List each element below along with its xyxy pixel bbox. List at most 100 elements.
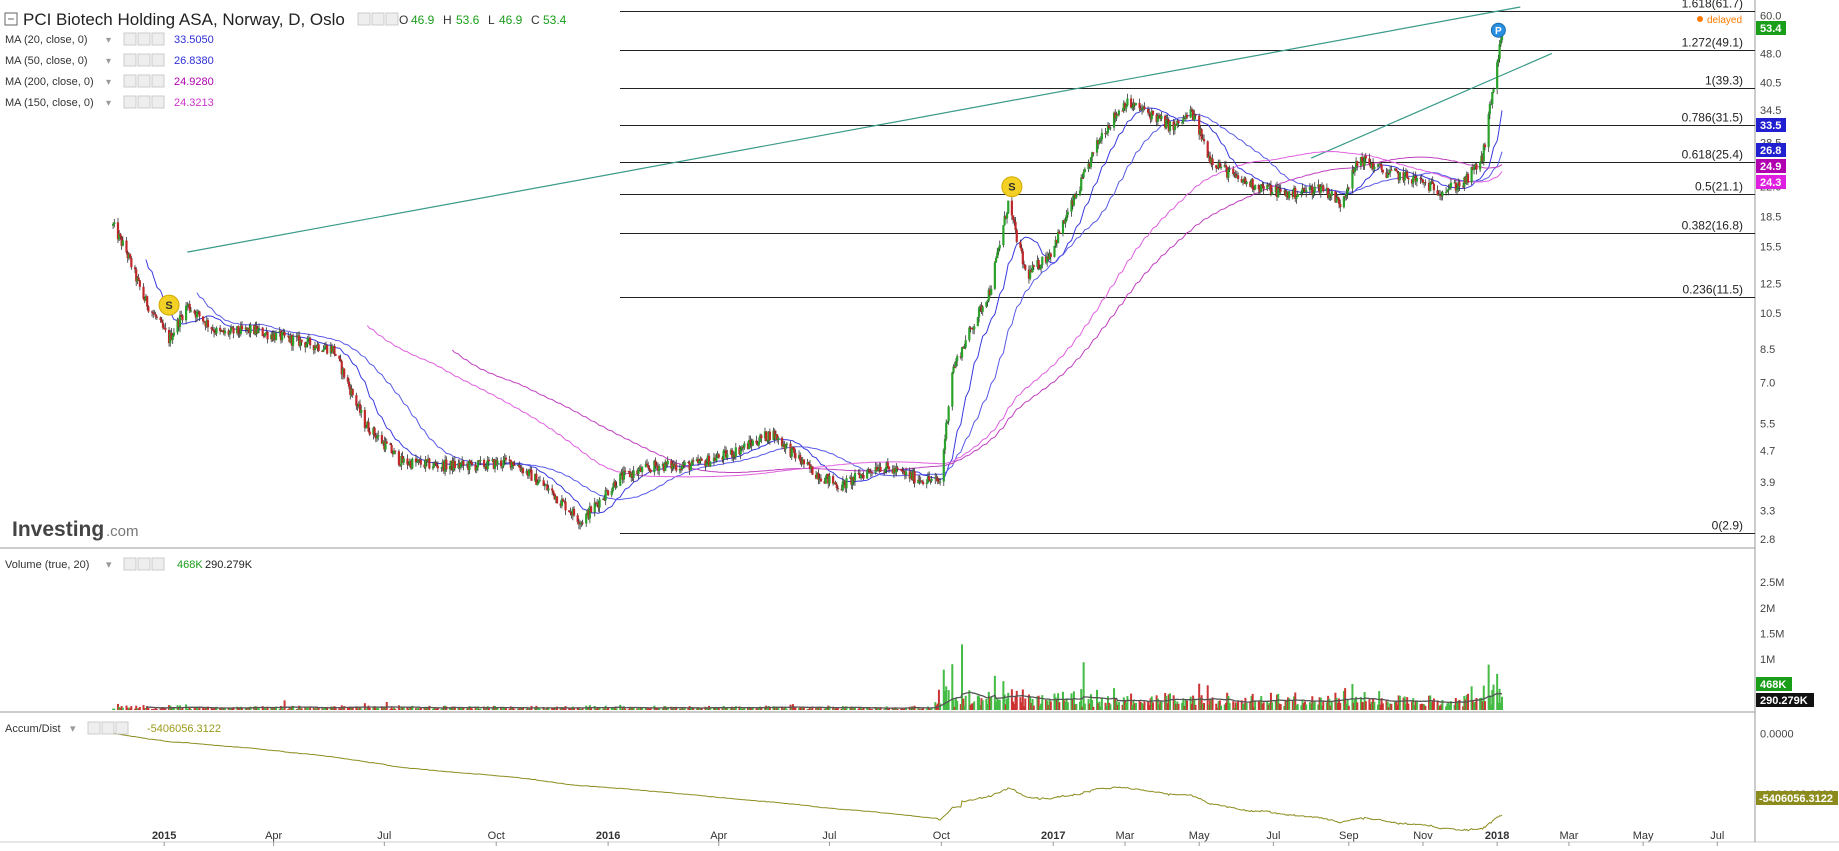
indicator-menu-chevron-icon: ▾: [106, 98, 111, 109]
candle-body: [1257, 184, 1260, 190]
candle-body: [593, 502, 596, 513]
candle-body: [1053, 245, 1056, 257]
candle-body: [323, 347, 326, 350]
candle-body: [1319, 186, 1322, 193]
candle-body: [925, 482, 928, 485]
candle-body: [868, 469, 871, 472]
indicator-value: 26.8380: [174, 55, 214, 67]
candle-body: [206, 320, 210, 328]
candle-body: [993, 262, 996, 289]
candle-body: [475, 467, 478, 471]
ad-tick-label: 0.0000: [1760, 729, 1794, 741]
candle-body: [1302, 188, 1305, 190]
time-tick-label: Nov: [1413, 830, 1433, 842]
candle-body: [198, 311, 201, 317]
candle-body: [419, 460, 422, 465]
volume-tool-icons[interactable]: [123, 557, 165, 571]
candle-body: [1345, 193, 1348, 197]
volume-bar: [1245, 703, 1248, 710]
candle-body: [1364, 155, 1367, 159]
time-tick-label: Jul: [377, 830, 391, 842]
candle-body: [538, 480, 542, 482]
price-tick-label: 4.7: [1760, 445, 1775, 457]
time-tick-label: Mar: [1116, 830, 1135, 842]
candle-body: [757, 441, 761, 446]
candle-body: [147, 306, 150, 312]
volume-bar: [1151, 702, 1154, 710]
candle-body: [181, 315, 184, 321]
candle-body: [434, 462, 437, 464]
volume-menu-chevron-icon[interactable]: ▾: [106, 559, 112, 571]
volume-bar: [402, 707, 405, 710]
candle-body: [390, 444, 393, 453]
candle-body: [1441, 191, 1444, 197]
candle-body: [440, 467, 443, 469]
candle-body: [416, 461, 419, 463]
candle-body: [760, 435, 763, 439]
fib-label: 1(39.3): [1705, 74, 1743, 88]
candle-body: [309, 337, 312, 346]
candle-body: [486, 459, 489, 470]
candle-body: [322, 349, 325, 352]
candle-body: [1390, 169, 1393, 171]
candle-body: [973, 326, 976, 330]
candle-body: [1407, 177, 1410, 180]
candle-body: [976, 317, 979, 327]
tool-icon: [101, 721, 115, 735]
candle-body: [784, 444, 787, 450]
candle-body: [377, 435, 380, 437]
candle-body: [355, 395, 358, 406]
candle-body: [1002, 225, 1005, 246]
candle-body: [920, 480, 923, 482]
volume-bar: [513, 709, 516, 710]
volume-bar: [224, 708, 226, 710]
volume-ma-badge-label: 290.279K: [1760, 695, 1808, 707]
volume-title: Volume (true, 20): [5, 559, 89, 571]
candle-body: [552, 490, 555, 494]
fib-label: 0.382(16.8): [1682, 219, 1743, 233]
candle-body: [411, 458, 414, 469]
candle-body: [877, 469, 880, 471]
candle-body: [985, 302, 988, 307]
candle-body: [223, 330, 227, 334]
candle-body: [186, 305, 189, 307]
indicator-tool-icon: [137, 53, 151, 67]
candle-body: [997, 248, 1000, 253]
candle-body: [946, 421, 949, 423]
volume-bar: [360, 708, 363, 710]
candle-body: [1138, 102, 1141, 109]
candle-body: [161, 322, 165, 328]
indicator-tool-icon: [151, 95, 165, 109]
volume-bar: [692, 708, 695, 710]
price-tick-label: 12.5: [1760, 278, 1781, 290]
candle-body: [281, 332, 284, 341]
candle-body: [794, 452, 797, 459]
candle-body: [564, 501, 567, 511]
candle-body: [1134, 102, 1138, 106]
candle-body: [300, 339, 303, 343]
candle-body: [649, 469, 652, 473]
indicator-label: MA (50, close, 0): [5, 55, 88, 67]
volume-bar: [300, 708, 303, 710]
candle-body: [1024, 264, 1027, 270]
tool-icon: [385, 12, 399, 26]
header-tool-icons[interactable]: [357, 12, 399, 26]
indicator-value: 24.9280: [174, 76, 214, 88]
candle-body: [367, 421, 370, 432]
candle-body: [1216, 167, 1219, 169]
candle-body: [1396, 171, 1399, 173]
indicator-label: MA (20, close, 0): [5, 34, 88, 46]
indicator-tool-icon: [151, 74, 165, 88]
candle-body: [1241, 179, 1245, 183]
volume-bar: [1015, 690, 1018, 710]
candle-body: [1447, 188, 1450, 191]
candle-body: [755, 440, 758, 444]
ad-menu-chevron-icon[interactable]: ▾: [70, 723, 76, 735]
candle-body: [802, 459, 806, 465]
ad-tool-icons[interactable]: [87, 721, 129, 735]
candle-body: [1058, 231, 1061, 234]
candle-body: [1498, 44, 1501, 59]
candle-body: [351, 388, 354, 396]
candle-body: [1403, 172, 1406, 181]
volume-bar: [1330, 700, 1333, 710]
